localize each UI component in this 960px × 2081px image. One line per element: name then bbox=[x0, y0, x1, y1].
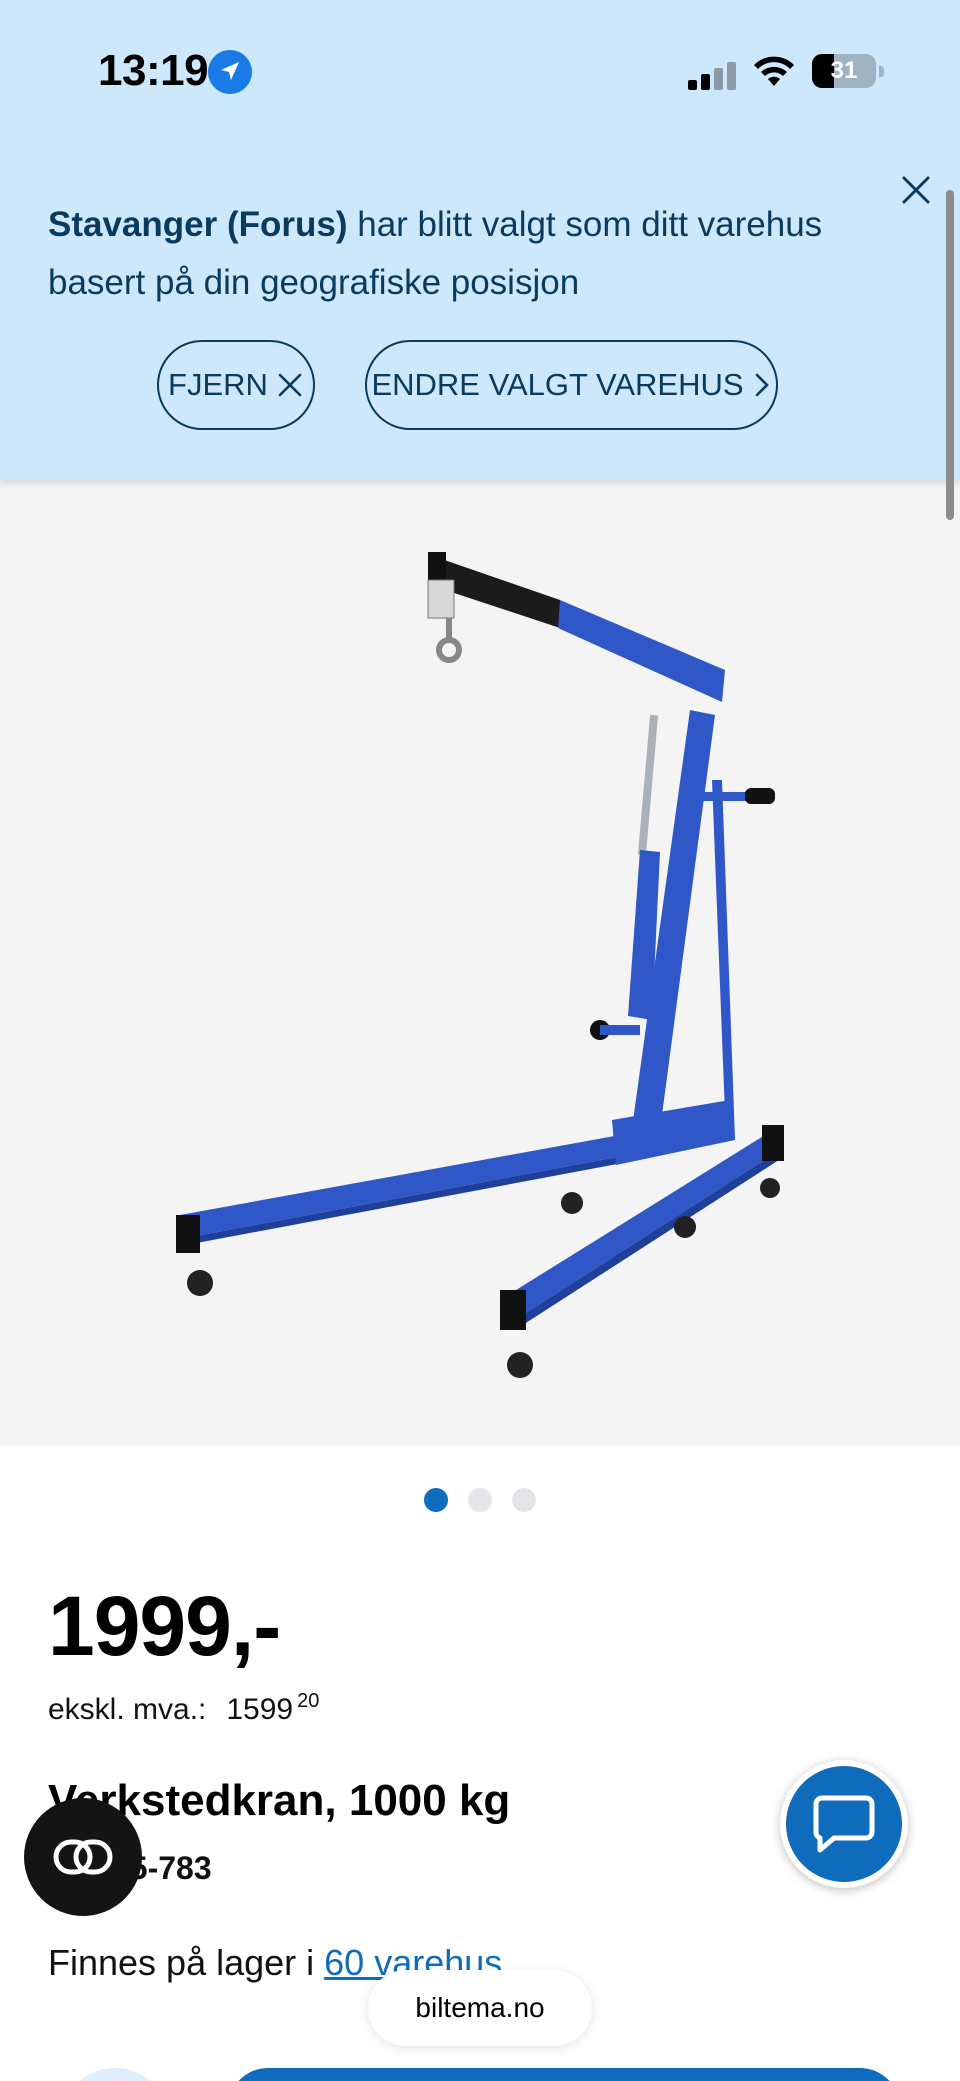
ex-vat-decimals: 20 bbox=[297, 1690, 320, 1712]
cellular-signal-icon bbox=[688, 62, 738, 90]
battery-icon: 31 bbox=[812, 54, 884, 88]
gallery-dot[interactable] bbox=[512, 1488, 536, 1512]
remove-store-label: FJERN bbox=[168, 367, 268, 402]
close-icon[interactable] bbox=[896, 170, 936, 210]
remove-store-button[interactable]: FJERN bbox=[157, 340, 315, 430]
banner-store-name: Stavanger (Forus) bbox=[48, 205, 348, 244]
chat-bubble-icon bbox=[813, 1795, 875, 1853]
product-price: 1999,- bbox=[48, 1579, 281, 1673]
add-to-cart-button[interactable] bbox=[228, 2068, 900, 2081]
compare-link-icon bbox=[53, 1839, 113, 1875]
close-icon bbox=[278, 373, 302, 397]
scrollbar[interactable] bbox=[946, 190, 954, 520]
bottom-secondary-button[interactable] bbox=[60, 2068, 170, 2081]
location-arrow-icon bbox=[208, 50, 252, 94]
ex-vat-label: ekskl. mva.: bbox=[48, 1693, 207, 1726]
banner-message: Stavanger (Forus) har blitt valgt som di… bbox=[48, 196, 888, 312]
product-image[interactable] bbox=[0, 480, 960, 1446]
change-store-button[interactable]: ENDRE VALGT VAREHUS bbox=[365, 340, 778, 430]
chat-button[interactable] bbox=[780, 1760, 908, 1888]
compare-button[interactable] bbox=[24, 1798, 142, 1916]
ex-vat-value: 1599 bbox=[226, 1693, 294, 1726]
chevron-right-icon bbox=[755, 373, 769, 397]
battery-level: 31 bbox=[830, 57, 858, 84]
browser-url-bar[interactable]: biltema.no bbox=[368, 1970, 592, 2046]
workshop-crane-image bbox=[176, 552, 784, 1378]
store-banner: 13:19 31 Stavanger (Forus) har blitt val… bbox=[0, 0, 960, 480]
gallery-pagination bbox=[0, 1488, 960, 1512]
price-ex-vat: ekskl. mva.: 1599 20 bbox=[48, 1690, 319, 1727]
change-store-label: ENDRE VALGT VAREHUS bbox=[371, 367, 744, 402]
gallery-dot[interactable] bbox=[468, 1488, 492, 1512]
stock-prefix: Finnes på lager i bbox=[48, 1942, 325, 1983]
status-bar: 13:19 31 bbox=[0, 0, 960, 140]
wifi-icon bbox=[754, 56, 794, 86]
status-time: 13:19 bbox=[98, 46, 209, 95]
gallery-dot[interactable] bbox=[424, 1488, 448, 1512]
